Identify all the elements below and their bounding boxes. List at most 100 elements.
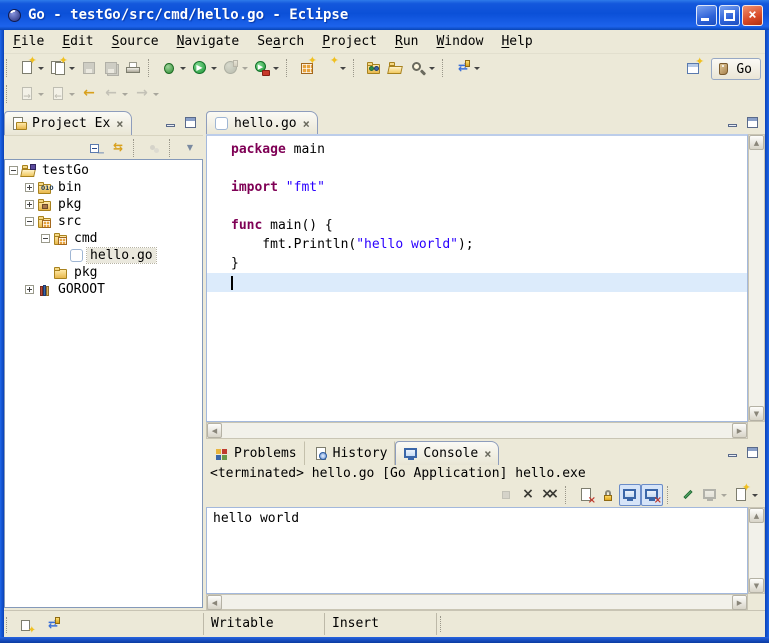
tab-hello-go[interactable]: hello.go × [206,111,318,135]
src-folder-icon [53,231,69,247]
save-all-button[interactable] [100,57,122,79]
minimize-editor-button[interactable] [724,114,741,129]
tree-expander-icon[interactable] [25,217,34,226]
tree-item-goroot[interactable]: GOROOT [5,281,202,298]
show-on-stderr-button[interactable]: × [641,484,663,506]
next-annotation-button[interactable]: → [16,83,47,105]
maximize-view-button[interactable] [182,114,199,129]
sync-small-button[interactable]: ⇄ [42,614,64,636]
forward-button[interactable]: → [131,83,162,105]
scroll-right-icon[interactable]: ▶ [732,423,747,438]
external-tools-button[interactable]: ▶ [251,57,282,79]
maximize-icon [724,10,735,21]
close-view-icon[interactable]: × [116,117,123,131]
maximize-console-button[interactable] [744,444,761,459]
menu-window[interactable]: Window [427,30,492,53]
scroll-down-icon[interactable]: ▼ [749,406,764,421]
tree-expander-icon[interactable] [9,166,18,175]
close-button[interactable]: × [742,5,763,26]
minimize-button[interactable] [696,5,717,26]
view-menu-button[interactable]: ▼ [179,137,201,159]
scroll-left-icon[interactable]: ◀ [207,423,222,438]
scroll-lock-button[interactable] [597,484,619,506]
run-button[interactable]: ▶ [189,57,220,79]
search-button[interactable] [407,57,438,79]
fast-view-button[interactable]: ✦ [16,614,38,636]
maximize-button[interactable] [719,5,740,26]
menu-navigate[interactable]: Navigate [168,30,249,53]
dropdown-arrow-icon [38,67,44,70]
collapse-all-button[interactable]: − [85,137,107,159]
menu-file[interactable]: File [4,30,53,53]
tree-expander-icon[interactable] [25,200,34,209]
new-wizard-button[interactable]: ✦ [16,57,47,79]
editor-vertical-scrollbar[interactable]: ▲ ▼ [748,134,765,422]
terminate-button[interactable] [495,484,517,506]
tree-item-label: pkg [71,265,100,280]
go-perspective-icon [716,61,732,77]
print-button[interactable] [122,57,144,79]
show-on-stdout-button[interactable] [619,484,641,506]
tree-expander-icon[interactable] [41,234,50,243]
menu-help[interactable]: Help [492,30,541,53]
sync-views-button[interactable]: ⇄ [452,57,483,79]
minimize-console-button[interactable] [724,444,741,459]
remove-launch-button[interactable]: × [517,484,539,506]
prev-annotation-button[interactable]: ← [47,83,78,105]
import-folder-button[interactable] [363,57,385,79]
editor-horizontal-scrollbar[interactable]: ◀ ▶ [206,422,748,439]
titlebar[interactable]: Go - testGo/src/cmd/hello.go - Eclipse × [0,0,769,30]
tree-item-pkg[interactable]: pkg [5,196,202,213]
tree-item-bin[interactable]: 010bin [5,179,202,196]
console-horizontal-scrollbar[interactable]: ◀ ▶ [206,594,748,610]
tree-item-testgo[interactable]: testGo [5,162,202,179]
go-perspective-button[interactable]: Go [711,58,761,80]
profile-button[interactable] [220,57,251,79]
code-line [207,273,747,292]
sync-small-icon: ⇄ [45,617,61,633]
tree-expander-icon[interactable] [25,183,34,192]
new-go-element-button[interactable]: ✦ [318,57,349,79]
link-editor-button[interactable]: ⇆ [107,137,129,159]
tree-item-cmd[interactable]: cmd [5,230,202,247]
tab-problems[interactable]: Problems [206,441,305,465]
menu-search[interactable]: Search [248,30,313,53]
tab-history[interactable]: History [305,441,396,465]
pin-console-button[interactable] [677,484,699,506]
remove-all-launches-button[interactable]: ×× [539,484,561,506]
scroll-up-icon[interactable]: ▲ [749,135,764,150]
profile-icon [223,60,239,76]
tree-item-hello-go[interactable]: hello.go [5,247,202,264]
console-vertical-scrollbar[interactable]: ▲ ▼ [748,507,765,594]
open-console-button[interactable]: ✦ [730,484,761,506]
debug-button[interactable] [158,57,189,79]
tab-console[interactable]: Console× [395,441,499,465]
minimize-view-button[interactable] [162,114,179,129]
new-file-button[interactable]: ✦ [47,57,78,79]
display-console-icon [702,487,718,503]
new-go-project-button[interactable]: ✦ [296,57,318,79]
tree-item-pkg[interactable]: pkg [5,264,202,281]
maximize-editor-button[interactable] [744,114,761,129]
display-console-button[interactable] [699,484,730,506]
menu-source[interactable]: Source [103,30,168,53]
clear-console-button[interactable]: × [575,484,597,506]
code-editor[interactable]: package mainimport "fmt"func main() { fm… [206,134,748,422]
tree-expander-icon[interactable] [25,285,34,294]
tree-item-src[interactable]: src [5,213,202,230]
last-edit-location-button[interactable]: ← [78,83,100,105]
save-button[interactable] [78,57,100,79]
focus-button[interactable] [143,137,165,159]
menu-run[interactable]: Run [386,30,427,53]
menu-project[interactable]: Project [313,30,386,53]
toolbar-separator [565,486,572,504]
close-view-icon[interactable]: × [484,447,491,461]
tab-project-explorer[interactable]: Project Ex × [4,111,132,135]
console-output[interactable]: hello world [206,507,748,594]
open-folder-button[interactable] [385,57,407,79]
open-console-icon: ✦ [733,487,749,503]
close-editor-icon[interactable]: × [303,117,310,131]
back-button[interactable]: ← [100,83,131,105]
menu-edit[interactable]: Edit [53,30,102,53]
open-perspective-button[interactable]: ✦ [683,58,705,80]
